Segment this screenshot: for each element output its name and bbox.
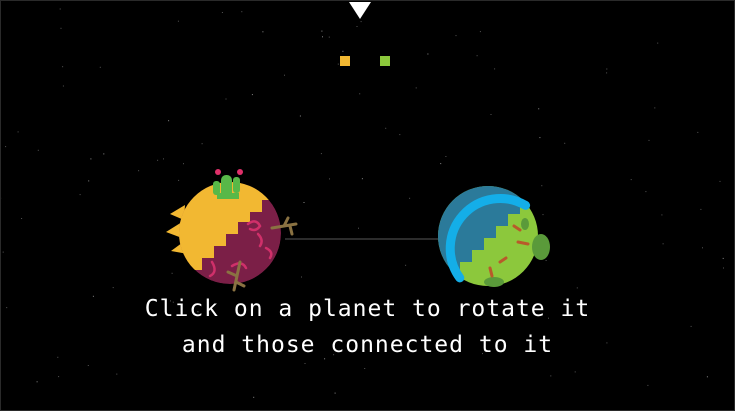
instruction-line-1: Click on a planet to rotate it	[144, 296, 591, 322]
instruction-line-2: and those connected to it	[181, 332, 554, 358]
game-canvas: Click on a planet to rotate it and those…	[0, 0, 735, 411]
